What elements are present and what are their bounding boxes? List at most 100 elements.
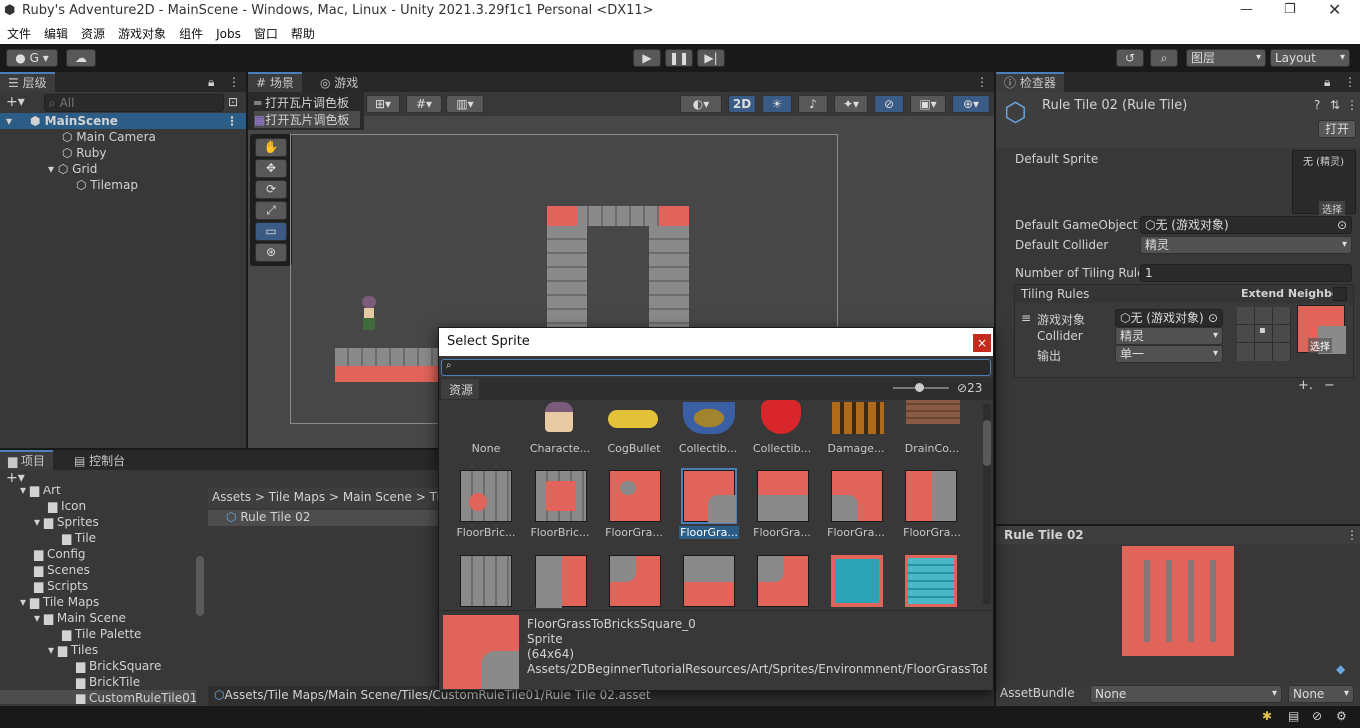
history-icon[interactable]: ↺ <box>1116 49 1144 67</box>
ruby-sprite[interactable] <box>360 296 378 332</box>
default-gameobject-field[interactable]: ⬡无 (游戏对象) ⊙ <box>1140 216 1352 234</box>
list-item[interactable]: ⬡ Tilemap <box>0 177 246 193</box>
tree-item[interactable]: ▾ ▆ Tile Maps <box>0 594 196 610</box>
sprite-thumb[interactable] <box>831 470 883 522</box>
tree-item[interactable]: ▾ ▆ Sprites <box>0 514 196 530</box>
more-icon[interactable]: ⋮ <box>1346 528 1358 542</box>
menu-file[interactable]: 文件 <box>0 22 37 42</box>
tab-hierarchy[interactable]: ☰ 层级 <box>0 72 55 92</box>
menu-edit[interactable]: 编辑 <box>37 22 74 42</box>
camera-icon[interactable]: ▣▾ <box>910 95 946 113</box>
close-icon[interactable]: × <box>973 334 991 352</box>
sprite-label[interactable]: FloorGra... <box>597 526 671 539</box>
tree-item[interactable]: ▆ Tile <box>0 530 196 546</box>
shading-icon[interactable]: ◐▾ <box>680 95 722 113</box>
tree-item[interactable]: ▆ CustomRuleTile01 ▾ <box>0 690 196 704</box>
extend-neighbor-checkbox[interactable] <box>1333 287 1347 301</box>
sprite-search-input[interactable]: ⌕ <box>441 359 991 376</box>
breadcrumb-item[interactable]: Assets <box>212 490 251 504</box>
select-button[interactable]: 选择 <box>1319 201 1345 216</box>
sprite-thumb[interactable] <box>460 555 512 607</box>
tab-project[interactable]: ▆ 项目 <box>0 450 54 470</box>
variant-dropdown[interactable]: None <box>1288 685 1354 703</box>
breadcrumb-item[interactable]: Tile Maps <box>269 490 325 504</box>
menu-help[interactable]: 帮助 <box>284 22 321 42</box>
fx-icon[interactable]: ✦▾ <box>834 95 868 113</box>
filter-icon[interactable]: ⊡ <box>228 95 238 109</box>
menu-window[interactable]: 窗口 <box>247 22 284 42</box>
sprite-label[interactable]: None <box>449 442 523 455</box>
rule-select-button[interactable]: 选择 <box>1308 338 1332 353</box>
hidden-packages-toggle[interactable]: ⊘23 <box>957 381 982 395</box>
menu-jobs[interactable]: Jobs <box>209 24 247 41</box>
sprite-label[interactable]: Collectib... <box>671 442 745 455</box>
sprite-thumb[interactable] <box>905 470 957 522</box>
layers-dropdown[interactable]: 图层 <box>1186 49 1266 67</box>
tab-assets[interactable]: 资源 <box>441 379 479 399</box>
tree-item[interactable]: ▆ Icon <box>0 498 196 514</box>
more-icon[interactable]: ⋮ <box>1344 75 1356 89</box>
debug-icon[interactable]: ✱ <box>1262 709 1272 723</box>
sprite-thumb-selected[interactable] <box>681 468 737 524</box>
rect-icon[interactable]: ▭ <box>255 222 287 241</box>
sprite-label[interactable]: Damage... <box>819 442 893 455</box>
sprite-thumb-cogbullet[interactable] <box>607 406 659 430</box>
sprite-label[interactable]: Characte... <box>523 442 597 455</box>
transform-icon[interactable]: ⊛ <box>255 243 287 262</box>
play-icon[interactable]: ▶ <box>633 49 661 67</box>
settings-icon[interactable]: ⚙ <box>1336 709 1347 723</box>
list-item[interactable]: ⬡ Ruby <box>0 145 246 161</box>
sprite-thumb-damage[interactable] <box>831 400 885 436</box>
sprite-label[interactable]: DrainCo... <box>895 442 969 455</box>
move-icon[interactable]: ✥ <box>255 159 287 178</box>
num-tiling-input[interactable]: 1 <box>1140 264 1352 282</box>
tree-item[interactable]: ▆ BrickTile <box>0 674 196 690</box>
sprite-thumb[interactable] <box>757 555 809 607</box>
assetbundle-dropdown[interactable]: None <box>1090 685 1282 703</box>
menu-assets[interactable]: 资源 <box>74 22 111 42</box>
sprite-label[interactable]: FloorBric... <box>523 526 597 539</box>
tree-item[interactable]: ▆ Scripts <box>0 578 196 594</box>
add-icon[interactable]: +▾ <box>6 94 25 110</box>
more-icon[interactable]: ⋮ <box>228 75 240 89</box>
neighbor-grid[interactable]: ▪ <box>1237 307 1291 361</box>
lock-icon[interactable]: 🔒︎ <box>1324 75 1330 90</box>
add-icon[interactable]: +▾ <box>6 470 25 486</box>
rule-output-dropdown[interactable]: 单一 <box>1115 345 1223 363</box>
sprite-label[interactable]: CogBullet <box>597 442 671 455</box>
tag-icon[interactable]: ◆ <box>1336 662 1345 676</box>
scene-row[interactable]: ⬢ MainScene ▾ ⋮ <box>0 113 246 129</box>
default-sprite-field[interactable]: 无 (精灵) 选择 <box>1292 150 1356 216</box>
tree-item[interactable]: ▆ Tile Palette <box>0 626 196 642</box>
list-item[interactable]: ▾ ⬡ Grid <box>0 161 246 177</box>
tab-game[interactable]: ◎ 游戏 <box>312 72 366 92</box>
snap-icon[interactable]: ⊞▾ <box>366 95 400 113</box>
hierarchy-search-input[interactable]: ⌕ All <box>44 94 224 112</box>
tree-item[interactable]: ▆ BrickSquare <box>0 658 196 674</box>
tree-item[interactable]: ▾ ▆ Tiles <box>0 642 196 658</box>
hand-icon[interactable]: ✋ <box>255 138 287 157</box>
tab-scene[interactable]: # 场景 <box>248 72 302 92</box>
sprite-label[interactable]: FloorGra... <box>895 526 969 539</box>
sprite-thumb-water[interactable] <box>831 555 883 607</box>
remove-rule-button[interactable]: − <box>1324 378 1335 393</box>
rule-sprite-field[interactable]: 选择 <box>1297 305 1346 354</box>
close-icon[interactable]: ✕ <box>1328 0 1341 19</box>
sprite-thumb[interactable] <box>609 470 661 522</box>
tree-item[interactable]: ▆ Scenes <box>0 562 196 578</box>
sprite-label[interactable]: FloorGra... <box>745 526 819 539</box>
open-button[interactable]: 打开 <box>1318 120 1356 138</box>
list-item[interactable]: ⬡ Main Camera <box>0 129 246 145</box>
more-icon[interactable]: ⋮ <box>976 75 988 89</box>
tab-console[interactable]: ▤ 控制台 <box>66 450 133 470</box>
sprite-thumb-character[interactable] <box>533 400 585 436</box>
cache-icon[interactable]: ▤ <box>1288 709 1299 723</box>
rule-collider-dropdown[interactable]: 精灵 <box>1115 327 1223 345</box>
sprite-label-selected[interactable]: FloorGra... <box>679 526 739 539</box>
sprite-thumb-water[interactable] <box>905 555 957 607</box>
sprite-label[interactable]: FloorBric... <box>449 526 523 539</box>
sprite-thumb[interactable] <box>535 470 587 522</box>
sprite-thumb-drain[interactable] <box>905 400 961 428</box>
account-dropdown[interactable]: ● G ▾ <box>6 49 58 67</box>
maximize-icon[interactable]: ❐ <box>1284 2 1296 17</box>
